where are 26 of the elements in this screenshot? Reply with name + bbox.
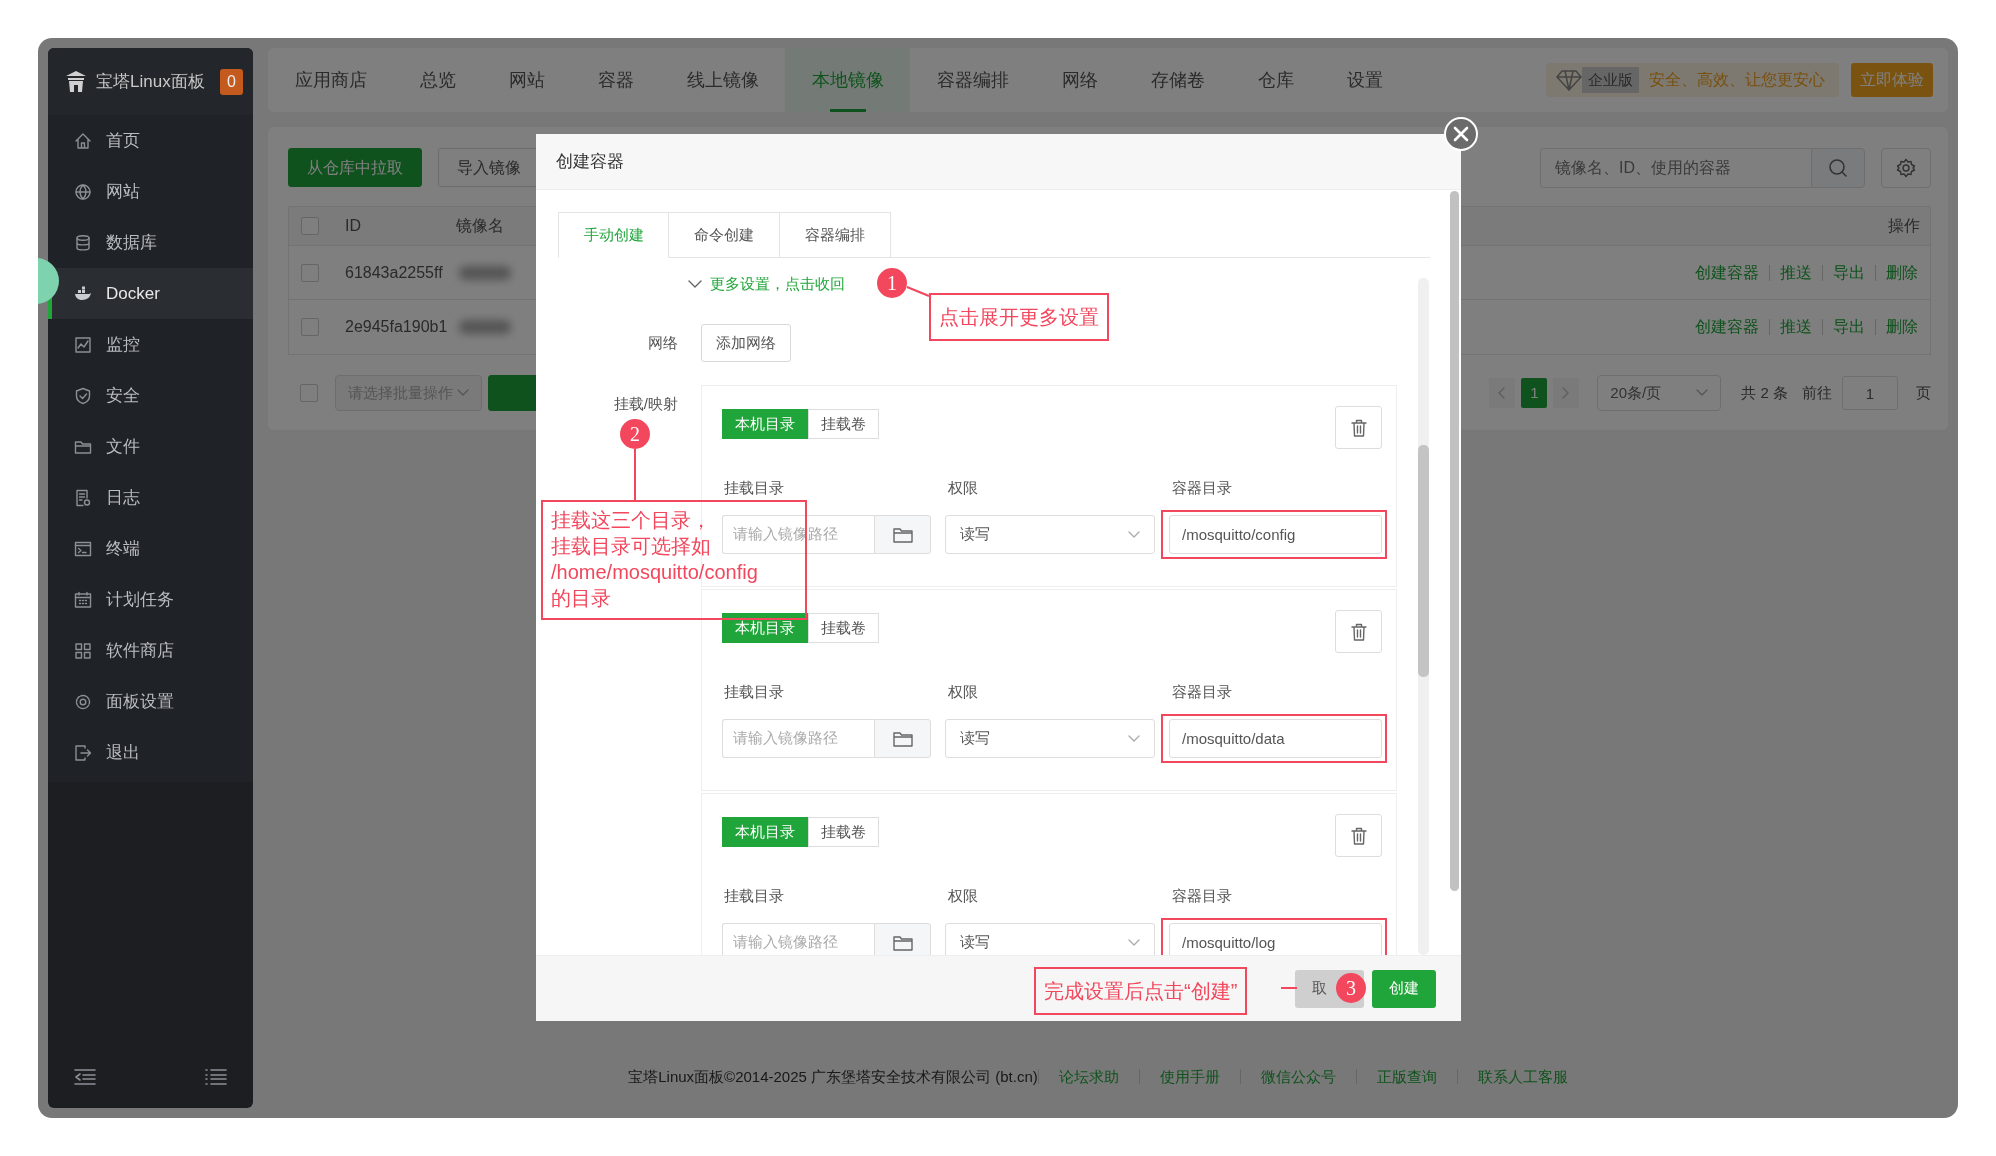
annotation-box: 点击展开更多设置 [929,293,1109,341]
column-header: ID [345,216,362,236]
field-label: 权限 [948,682,978,702]
field-label: 挂载/映射 [612,394,678,414]
field-label: 权限 [948,478,978,498]
field-label: 挂载目录 [724,478,784,498]
copyright-text: 宝塔Linux面板©2014-2025 广东堡塔安全技术有限公司 (bt.cn) [628,1066,1038,1087]
field-label: 容器目录 [1172,478,1232,498]
field-label: 权限 [948,886,978,906]
field-label: 容器目录 [1172,682,1232,702]
edition-label: 企业版 [1582,66,1639,94]
field-label: 容器目录 [1172,886,1232,906]
field-label: 网络 [647,332,678,353]
field-label: 挂载目录 [724,682,784,702]
field-label: 挂载目录 [724,886,784,906]
page-suffix: 页 [1916,382,1931,403]
logo-text: 宝塔Linux面板 [96,70,205,93]
total-count: 共 2 条 [1741,382,1788,403]
dialog-title: 创建容器 [536,134,1461,190]
table-cell-text: 61843a2255ff [345,262,444,283]
column-header: 操作 [1888,216,1920,236]
table-cell-text: 2e945fa190b1 [345,317,449,337]
column-header: 镜像名 [456,216,504,236]
slogan-text: 安全、高效、让您更安心 [1649,70,1825,90]
goto-label: 前往 [1802,382,1832,403]
annotation-box: 完成设置后点击“创建” [1034,967,1248,1015]
